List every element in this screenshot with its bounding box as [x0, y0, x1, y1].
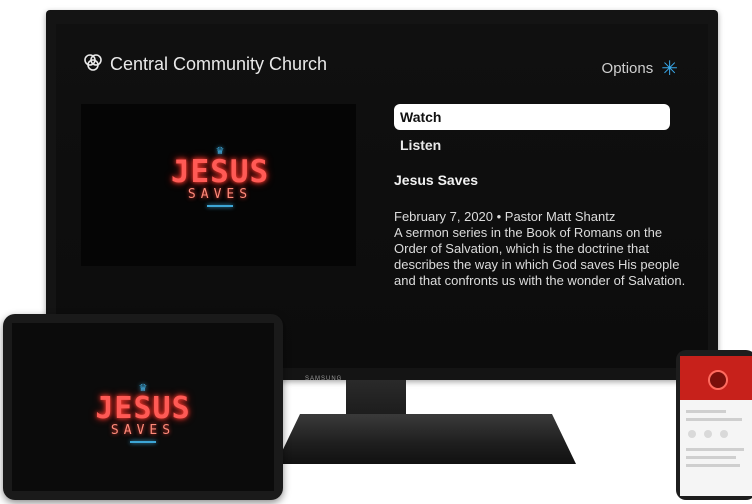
app-title: Central Community Church — [110, 54, 328, 74]
phone-text-line — [686, 418, 742, 421]
sermon-date-author: February 7, 2020 • Pastor Matt Shantz — [394, 209, 616, 224]
neon-bar — [207, 205, 233, 207]
sermon-meta: February 7, 2020 • Pastor Matt Shantz A … — [394, 209, 694, 289]
church-logo-icon — [84, 54, 102, 71]
tv-brand: SAMSUNG — [305, 376, 343, 382]
phone-text-line — [686, 410, 726, 413]
phone-button-icon[interactable] — [688, 430, 696, 438]
asterisk-icon: ✳ — [661, 58, 678, 80]
phone-text-line — [686, 464, 740, 467]
tablet-artwork-line1: JESUS — [95, 391, 191, 426]
artwork-line1: JESUS — [170, 154, 270, 190]
menu-item-watch[interactable]: Watch — [394, 104, 670, 130]
phone-text-line — [686, 448, 744, 451]
tv-stand — [276, 414, 576, 464]
phone-screen — [680, 356, 752, 496]
phone-button-icon[interactable] — [720, 430, 728, 438]
neon-title: ♛ JESUS SAVES — [161, 146, 279, 207]
series-title: Jesus Saves — [394, 172, 479, 188]
phone-button-icon[interactable] — [704, 430, 712, 438]
menu: Watch Listen — [394, 104, 670, 160]
phone-device — [676, 350, 752, 500]
options-button[interactable]: Options ✳ — [602, 56, 678, 81]
sermon-artwork: ♛ JESUS SAVES — [81, 104, 356, 266]
sermon-description: A sermon series in the Book of Romans on… — [394, 225, 686, 288]
options-label: Options — [601, 60, 654, 77]
app-header: Central Community Church Options ✳ — [82, 52, 678, 81]
tablet-device: ♛ JESUS SAVES — [3, 314, 283, 500]
menu-item-listen[interactable]: Listen — [394, 132, 670, 158]
neon-bar — [130, 441, 156, 443]
phone-text-line — [686, 456, 736, 459]
tablet-screen: ♛ JESUS SAVES — [12, 323, 274, 491]
tablet-neon-title: ♛ JESUS SAVES — [84, 383, 202, 443]
phone-logo-icon — [708, 370, 728, 390]
phone-hero-image — [680, 356, 752, 400]
